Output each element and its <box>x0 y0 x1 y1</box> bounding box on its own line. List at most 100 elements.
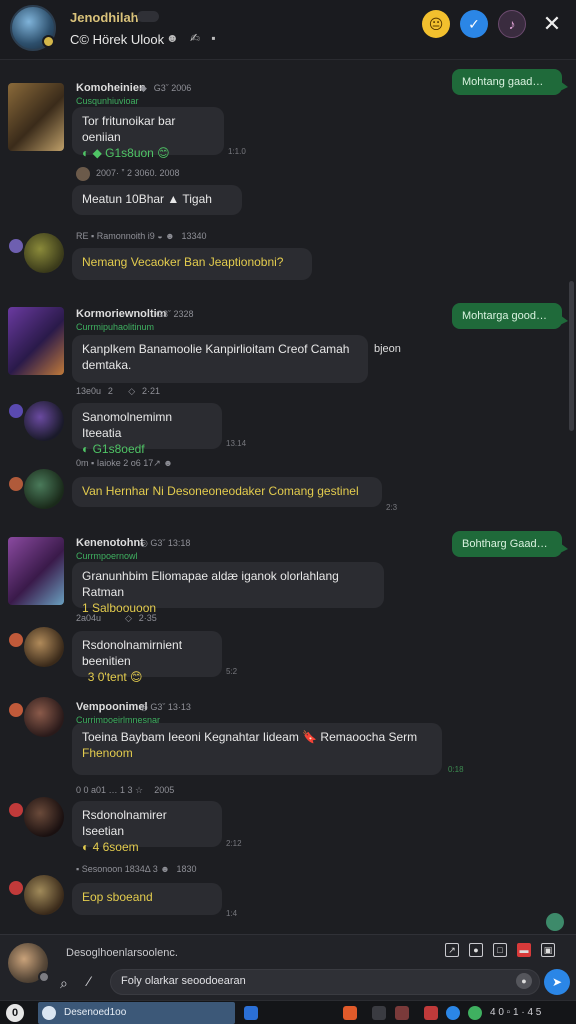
record-icon[interactable]: ● <box>469 943 483 957</box>
composer-hint: Desoglhoenlarsoolenc. <box>66 947 178 959</box>
close-button[interactable]: ✕ <box>538 10 566 38</box>
message-meta: ▪ Sesonoon 1834Δ 3 ☻ 1830 <box>76 864 197 874</box>
sender-avatar[interactable] <box>24 697 64 737</box>
taskbar-app[interactable]: Desenoed1oo <box>38 1002 235 1024</box>
sender-avatar[interactable] <box>24 627 64 667</box>
message-time: 2:12 <box>226 839 242 848</box>
mini-avatar <box>9 633 23 647</box>
message-meta: 0m ▪ Iaioke 2 o6 17↗ ☻ <box>76 458 173 468</box>
message-input[interactable]: Foly olarkar seoodoearan <box>110 969 540 995</box>
status-indicator <box>38 971 50 983</box>
message-meta: 2a04u ◇ 2·35 <box>76 613 157 623</box>
message-text: Meatun 10Bhar ▲ Tigah <box>82 192 212 206</box>
sender-avatar[interactable] <box>24 469 64 509</box>
sender-name[interactable]: Kormoriewnoltim <box>76 308 166 320</box>
app-icon[interactable] <box>343 1006 357 1020</box>
status-indicator <box>42 35 55 48</box>
contact-avatar[interactable] <box>10 5 56 51</box>
taskbar-app-label: Desenoed1oo <box>64 1007 127 1018</box>
message-bubble[interactable]: Tor fritunoikar bar oeniian ◐ ◆ G1s8uon … <box>72 107 224 160</box>
message-time: 2:3 <box>386 503 398 512</box>
sender-name[interactable]: Vempoonimel <box>76 701 148 713</box>
scroll-to-bottom-button[interactable] <box>546 913 564 931</box>
message-line: ◐ G1s8oedf <box>82 442 145 456</box>
send-button[interactable]: ➤ <box>544 969 570 995</box>
taskbar: 0 Desenoed1oo 4 0 ▫ 1 · 4 5 <box>0 1000 576 1024</box>
user-avatar[interactable] <box>8 943 50 983</box>
message-composer: Desoglhoenlarsoolenc. ↗ ● □ ▬ ▣ ⌕ ⁄ Foly… <box>0 934 576 1000</box>
link-icon[interactable]: ↗ <box>445 943 459 957</box>
sender-avatar[interactable] <box>8 307 64 375</box>
audio-button[interactable]: ♪ <box>498 10 526 38</box>
message-meta: 2007· ˮ 2 3060. 2008 <box>96 168 180 178</box>
app-icon <box>42 1006 56 1020</box>
message-text: Rsdonolnamirnient beenitien <box>82 638 183 668</box>
message-bubble[interactable]: Sanomolnemimn Iteeatia ◐ G1s8oedf <box>72 403 222 456</box>
message-meta: G3ˇ 2328 <box>156 309 194 319</box>
search-icon[interactable]: ⌕ <box>60 975 68 992</box>
mini-avatar <box>9 881 23 895</box>
message-text: Tor fritunoikar bar oeniian <box>82 114 176 144</box>
message-meta: 0 0 a01 … 1 3 ☆ 2005 <box>76 785 175 795</box>
sender-avatar[interactable] <box>24 797 64 837</box>
message-time: 13.14 <box>226 439 247 448</box>
message-bubble[interactable]: Van Hernhar Ni Desoneoneodaker Comang ge… <box>72 477 382 507</box>
contact-name[interactable]: Jenodhilah <box>70 10 139 25</box>
mini-avatar <box>9 477 23 491</box>
message-line: ◐ ◆ G1s8uon 😊 <box>82 146 170 160</box>
sender-avatar[interactable] <box>24 233 64 273</box>
message-bubble[interactable]: Meatun 10Bhar ▲ Tigah <box>72 185 242 215</box>
system-tray[interactable]: 4 0 ▫ 1 · 4 5 <box>490 1007 541 1018</box>
browser-icon[interactable] <box>244 1006 258 1020</box>
message-list[interactable]: Komoheinien ◆ G3ˇ 2006 Cusqunhiuvioar To… <box>0 61 576 934</box>
app-icon[interactable] <box>424 1006 438 1020</box>
outgoing-message[interactable]: Bohtharg Gaad… <box>452 531 568 557</box>
mini-avatar <box>76 167 90 181</box>
outgoing-message[interactable]: Mohtang gaad… <box>452 69 568 95</box>
message-bubble[interactable]: Eop sboeand <box>72 883 222 915</box>
scroll-thumb[interactable] <box>569 281 574 431</box>
message-text: Rsdonolnamirer Iseetian <box>82 808 167 838</box>
message-meta: ◆ G3ˇ 2006 <box>140 83 192 93</box>
message-bubble[interactable]: Granunhbim Eliomapae aldæ iganok olorlah… <box>72 562 384 615</box>
message-bubble[interactable]: Toeina Baybam Ieeoni Kegnahtar Iideam 🔖 … <box>72 723 442 775</box>
message-text-b: demtaka. <box>82 358 132 372</box>
message-bubble[interactable]: Kanplkem Banamoolie Kanpirlioitam Creof … <box>72 335 368 383</box>
message-meta: ◎ G3ˇ 13·13 <box>140 702 191 712</box>
message-bubble[interactable]: Rsdonolnamirer Iseetian ◐ 4 6soem <box>72 801 222 854</box>
composer-tools: ↗ ● □ ▬ ▣ <box>445 943 555 957</box>
sender-name[interactable]: Komoheinien <box>76 82 146 94</box>
media-icon[interactable]: ▬ <box>517 943 531 957</box>
start-button[interactable]: 0 <box>6 1004 24 1022</box>
scrollbar[interactable] <box>568 61 574 934</box>
sender-avatar[interactable] <box>8 83 64 151</box>
sender-avatar[interactable] <box>24 875 64 915</box>
gallery-icon[interactable]: ▣ <box>541 943 555 957</box>
message-line: 3 0'tent 😊 <box>82 670 143 684</box>
app-icon[interactable] <box>395 1006 409 1020</box>
mini-avatar <box>9 703 23 717</box>
message-bubble[interactable]: Rsdonolnamirnient beenitien 3 0'tent 😊 <box>72 631 222 684</box>
sender-name[interactable]: Kenenotohnt <box>76 537 144 549</box>
message-time: 1:1.0 <box>228 147 246 156</box>
message-text: Toeina Baybam Ieeoni Kegnahtar Iideam 🔖 … <box>82 730 418 744</box>
message-text: Sanomolnemimn Iteeatia <box>82 410 173 440</box>
attach-icon[interactable]: ⁄ <box>88 973 90 989</box>
mic-icon[interactable]: ● <box>516 973 532 989</box>
message-text: Nemang Vecaoker Ban Jeaptionobni? <box>82 255 284 269</box>
app-icon[interactable] <box>372 1006 386 1020</box>
call-button[interactable]: ✓ <box>460 10 488 38</box>
outgoing-message[interactable]: Mohtarga good… <box>452 303 568 329</box>
status-icon[interactable] <box>468 1006 482 1020</box>
chat-header: Jenodhilah C© Hörek Ulook ☻ ✍ ▪ 😐 ✓ ♪ ✕ <box>0 0 576 60</box>
sender-avatar[interactable] <box>8 537 64 605</box>
name-badge <box>137 11 159 22</box>
sender-subtitle: Currmipuhaolitinum <box>76 322 155 332</box>
emoji-button[interactable]: 😐 <box>422 10 450 38</box>
frame-icon[interactable]: □ <box>493 943 507 957</box>
message-meta: RE ▪ Ramonnoith i9 ◒ ☻ 13340 <box>76 231 207 241</box>
sender-avatar[interactable] <box>24 401 64 441</box>
network-icon[interactable] <box>446 1006 460 1020</box>
message-bubble[interactable]: Nemang Vecaoker Ban Jeaptionobni? <box>72 248 312 280</box>
message-time: 5:2 <box>226 667 238 676</box>
